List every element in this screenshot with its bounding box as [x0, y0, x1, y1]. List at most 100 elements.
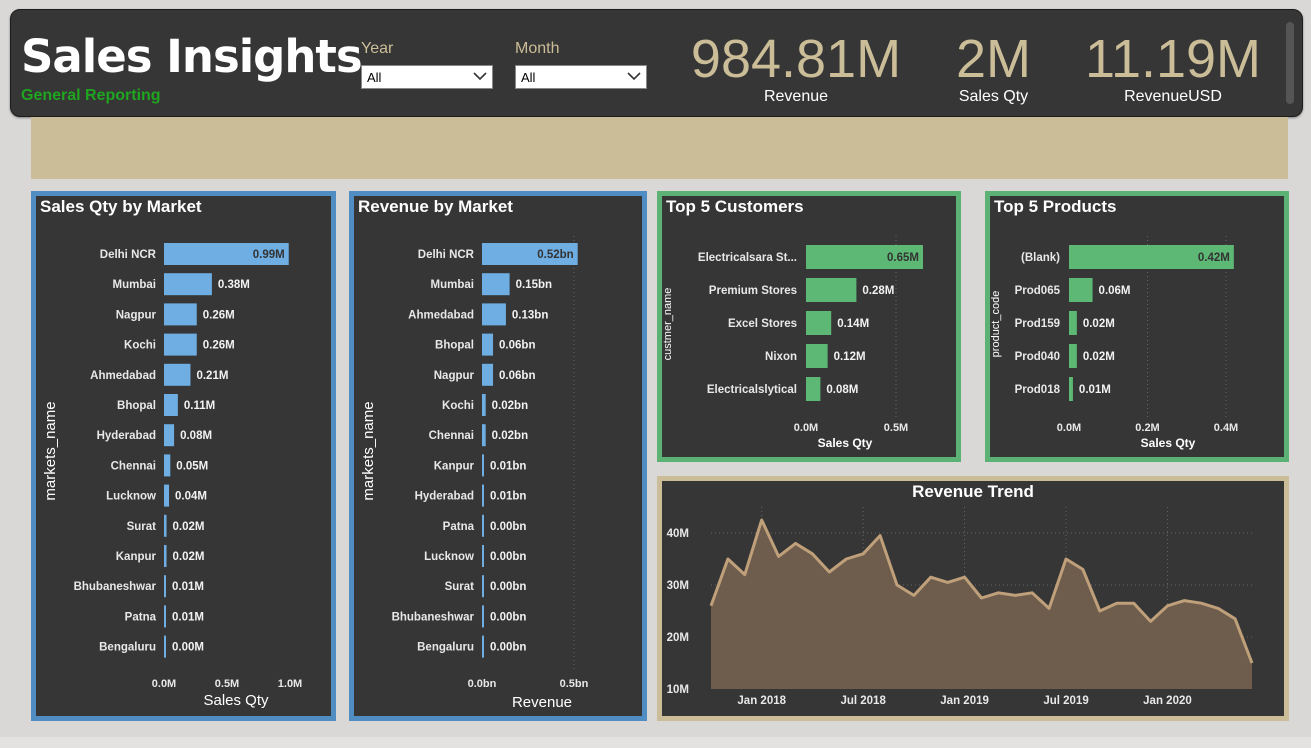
data-label: 0.02M — [173, 551, 205, 563]
category-label: Electricalsara St... — [698, 252, 797, 264]
category-label: Nixon — [765, 351, 797, 363]
bar — [482, 575, 484, 598]
data-label: 0.01M — [172, 611, 204, 623]
header-bar: Sales Insights General Reporting Year Al… — [10, 9, 1303, 117]
kpi-sales-qty-value: 2M — [955, 29, 1031, 89]
bar — [1069, 344, 1077, 368]
page-title: Sales Insights — [21, 30, 363, 83]
bottom-scrollbar[interactable] — [0, 737, 1311, 748]
category-label: Nagpur — [434, 370, 475, 382]
bar — [482, 394, 486, 416]
month-slicer: Month All — [515, 40, 647, 89]
bar — [482, 484, 484, 507]
data-label: 0.06bn — [499, 340, 535, 352]
category-label: Mumbai — [431, 279, 474, 291]
category-label: Bhopal — [117, 400, 156, 412]
category-label: Bengaluru — [417, 642, 474, 654]
bar — [164, 424, 175, 447]
y-axis-title: product_code — [990, 291, 1002, 358]
year-dropdown[interactable]: All — [361, 65, 493, 89]
x-tick-label: 0.4M — [1214, 422, 1238, 434]
x-tick-label: 1.0M — [278, 678, 302, 690]
data-label: 0.12M — [834, 351, 866, 363]
data-label: 0.13bn — [512, 309, 548, 321]
x-tick-label: 0.0M — [794, 422, 818, 434]
data-label: 0.11M — [184, 400, 215, 412]
data-label: 0.08M — [180, 430, 212, 442]
month-dropdown[interactable]: All — [515, 65, 647, 89]
kpi-revenue-usd-value: 11.19M — [1084, 29, 1262, 89]
bar — [1069, 311, 1077, 335]
revenue-by-market-panel: Revenue by Market Delhi NCR 0.52bn Mumbai 0… — [349, 191, 647, 721]
x-tick-label: Jan 2019 — [940, 695, 989, 707]
data-label: 0.28M — [862, 285, 894, 297]
year-dropdown-value: All — [367, 70, 382, 85]
bar — [482, 333, 494, 356]
y-tick-label: 40M — [667, 528, 689, 540]
data-label: 0.02bn — [492, 430, 528, 442]
bar — [164, 303, 197, 326]
category-label: Prod065 — [1015, 285, 1061, 297]
header-scrollbar[interactable] — [1286, 22, 1294, 104]
category-label: Mumbai — [113, 279, 156, 291]
bar — [482, 635, 484, 658]
chevron-down-icon — [473, 72, 487, 81]
y-tick-label: 30M — [667, 580, 689, 592]
x-axis-title: Sales Qty — [818, 436, 873, 450]
category-label: Surat — [445, 581, 475, 593]
sales-qty-by-market-panel: Sales Qty by Market Delhi NCR 0.99M Mumbai… — [31, 191, 336, 721]
y-axis-title: custmer_name — [662, 288, 674, 361]
kpi-revenue-usd: 11.19M RevenueUSD — [1073, 30, 1273, 106]
bar — [1069, 377, 1073, 401]
data-label: 0.06M — [1099, 285, 1131, 297]
category-label: Chennai — [111, 460, 156, 472]
data-label: 0.52bn — [537, 249, 573, 261]
revenue-by-market-chart: Delhi NCR 0.52bn Mumbai 0.15bn Ahmedabad 0.13… — [360, 236, 589, 711]
kpi-sales-qty-label: Sales Qty — [958, 88, 1029, 105]
y-tick-label: 10M — [667, 684, 689, 696]
x-tick-label: 0.0bn — [468, 678, 497, 690]
year-slicer: Year All — [361, 40, 493, 89]
category-label: Prod040 — [1015, 351, 1060, 363]
x-tick-label: 0.0M — [152, 678, 176, 690]
data-label: 0.65M — [887, 252, 919, 264]
bar — [482, 303, 506, 326]
category-label: Kanpur — [116, 551, 157, 563]
chevron-down-icon — [627, 72, 641, 81]
kpi-sales-qty: 2M Sales Qty — [936, 30, 1051, 106]
data-label: 0.02M — [1083, 351, 1115, 363]
category-label: Excel Stores — [728, 318, 797, 330]
bar — [164, 635, 166, 658]
data-label: 0.08M — [826, 384, 858, 396]
category-label: Premium Stores — [709, 285, 797, 297]
data-label: 0.06bn — [499, 370, 535, 382]
bar — [806, 278, 857, 302]
bar — [482, 424, 486, 447]
category-label: Prod159 — [1015, 318, 1060, 330]
kpi-revenue-label: Revenue — [763, 88, 829, 105]
kpi-revenue-usd-label: RevenueUSD — [1124, 88, 1222, 105]
y-tick-label: 20M — [667, 632, 689, 644]
bar — [164, 605, 166, 628]
data-label: 0.42M — [1198, 252, 1230, 264]
header-band — [31, 117, 1288, 179]
category-label: Nagpur — [116, 309, 157, 321]
data-label: 0.00bn — [490, 642, 526, 654]
x-axis-title: Sales Qty — [1141, 436, 1196, 450]
data-label: 0.04M — [175, 491, 207, 503]
bar — [164, 484, 170, 507]
data-label: 0.01M — [1079, 384, 1111, 396]
data-label: 0.38M — [218, 279, 250, 291]
x-tick-label: 0.5M — [215, 678, 239, 690]
bar — [164, 273, 212, 296]
category-label: Bhubaneshwar — [392, 611, 475, 623]
month-dropdown-value: All — [521, 70, 536, 85]
x-tick-label: Jul 2019 — [1043, 695, 1088, 707]
category-label: Patna — [125, 611, 157, 623]
page-subtitle: General Reporting — [21, 87, 161, 104]
bar — [164, 454, 171, 477]
top-5-customers-chart: Electricalsara St... 0.65M Premium Stores 0… — [662, 236, 923, 450]
bar — [806, 311, 832, 335]
revenue-trend-chart: 10M 20M 30M 40M Jan 2018 Jul 2018 Jan 2019 Jul … — [667, 507, 1254, 707]
bar — [164, 575, 166, 598]
